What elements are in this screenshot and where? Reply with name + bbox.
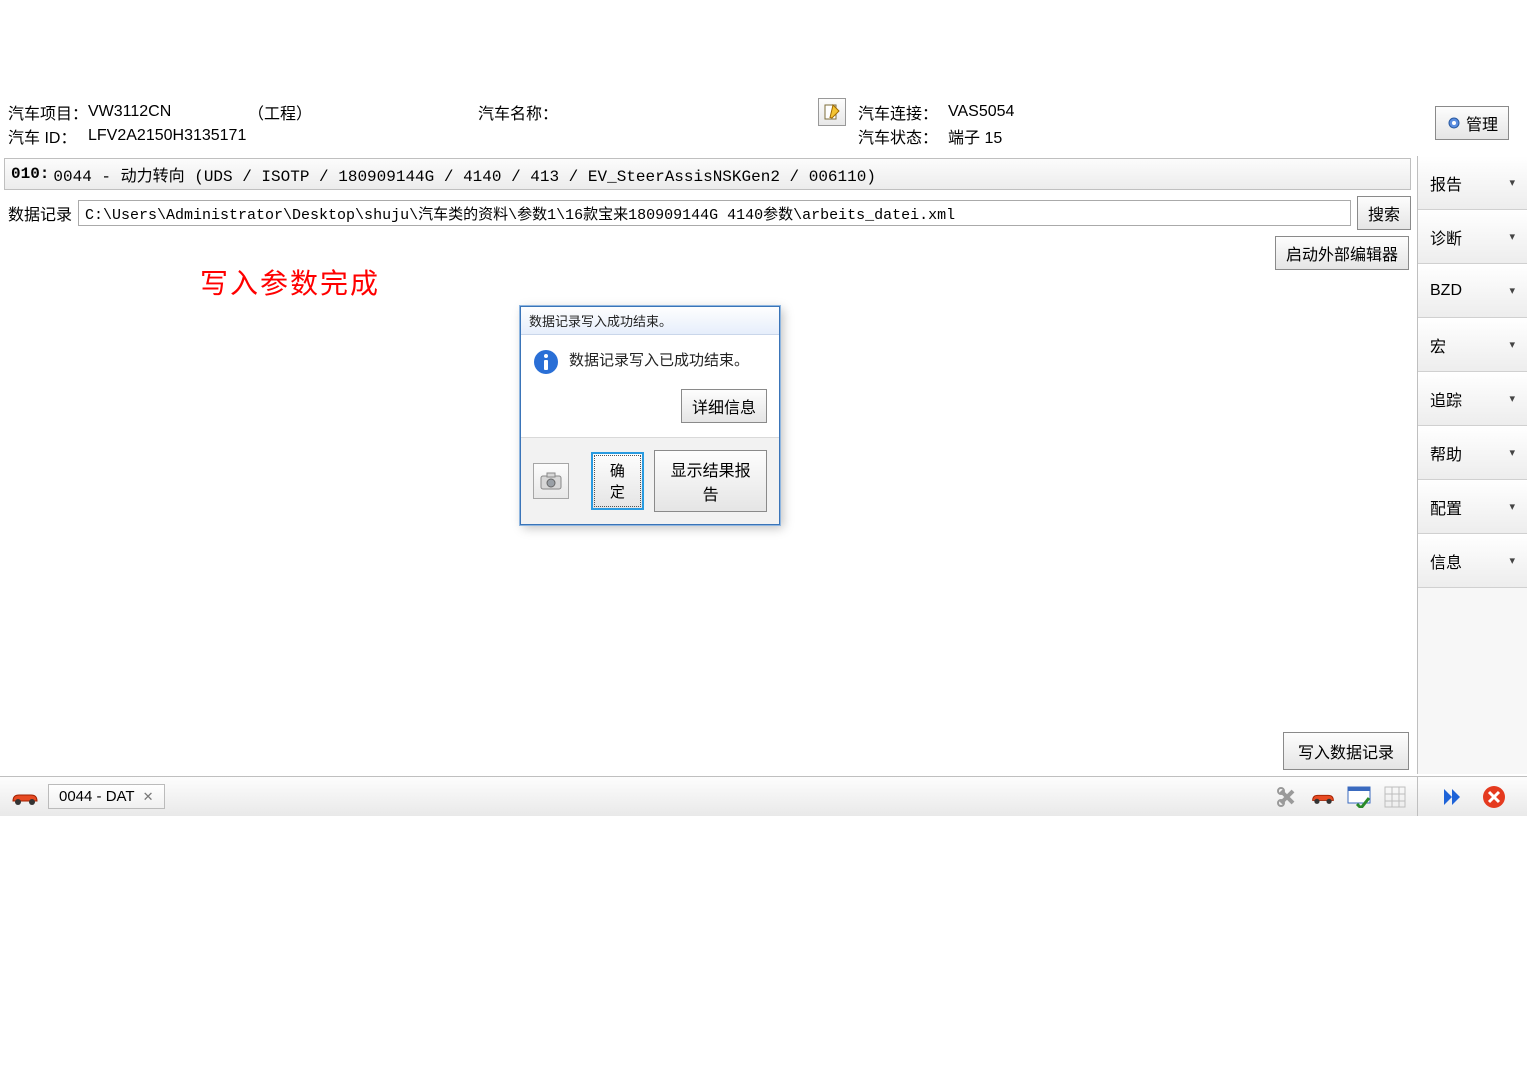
ecu-text: 0044 - 动力转向 (UDS / ISOTP / 180909144G / … bbox=[53, 162, 876, 186]
manage-button[interactable]: 管理 bbox=[1435, 106, 1509, 140]
close-icon[interactable]: ✕ bbox=[143, 789, 154, 805]
sidebar-item-help[interactable]: 帮助 ▾ bbox=[1418, 426, 1527, 480]
sidebar-item-bzd[interactable]: BZD ▾ bbox=[1418, 264, 1527, 318]
car-icon bbox=[10, 787, 40, 807]
connection-label: 汽车连接： bbox=[858, 100, 948, 124]
sidebar-item-label: BZD bbox=[1430, 282, 1462, 300]
edit-icon bbox=[823, 103, 841, 121]
search-button-label: 搜索 bbox=[1368, 201, 1400, 225]
project-value: VW3112CN bbox=[88, 103, 248, 121]
datarecord-label: 数据记录 bbox=[8, 201, 72, 225]
external-editor-button[interactable]: 启动外部编辑器 bbox=[1275, 236, 1409, 270]
ecu-line: 010: 0044 - 动力转向 (UDS / ISOTP / 18090914… bbox=[4, 158, 1411, 190]
scissors-icon[interactable] bbox=[1273, 783, 1301, 811]
details-button-label: 详细信息 bbox=[692, 394, 756, 418]
car-icon-small[interactable] bbox=[1309, 783, 1337, 811]
close-button[interactable] bbox=[1480, 783, 1508, 811]
info-icon bbox=[533, 349, 559, 375]
chevron-down-icon: ▾ bbox=[1509, 500, 1515, 513]
sidebar-item-trace[interactable]: 追踪 ▾ bbox=[1418, 372, 1527, 426]
edit-button[interactable] bbox=[818, 98, 846, 126]
chevron-down-icon: ▾ bbox=[1509, 338, 1515, 351]
search-button[interactable]: 搜索 bbox=[1357, 196, 1411, 230]
sidebar-item-label: 宏 bbox=[1430, 333, 1446, 357]
sidebar-item-label: 报告 bbox=[1430, 171, 1462, 195]
dialog-message: 数据记录写入已成功结束。 bbox=[569, 349, 749, 370]
sidebar-item-macro[interactable]: 宏▾ bbox=[1418, 318, 1527, 372]
chevron-down-icon: ▾ bbox=[1509, 554, 1515, 567]
status-message: 写入参数完成 bbox=[200, 262, 380, 302]
status-label: 汽车状态： bbox=[858, 124, 948, 148]
show-report-button[interactable]: 显示结果报告 bbox=[654, 450, 767, 512]
chevron-down-icon: ▾ bbox=[1509, 446, 1515, 459]
sidebar-item-diag[interactable]: 诊断 ▾ bbox=[1418, 210, 1527, 264]
project-label: 汽车项目： bbox=[8, 100, 88, 124]
tab-0044[interactable]: 0044 - DAT ✕ bbox=[48, 784, 165, 809]
ok-button-label: 确定 bbox=[610, 463, 625, 501]
datarecord-input[interactable] bbox=[78, 200, 1351, 226]
ecu-prefix: 010: bbox=[11, 165, 49, 183]
chevron-down-icon: ▾ bbox=[1509, 392, 1515, 405]
sidebar-item-report[interactable]: 报告 ▾ bbox=[1418, 156, 1527, 210]
sidebar: 报告▾ 诊断▾ BZD▾ 宏▾ 追踪▾ 帮助▾ 配置▾ 信息▾ bbox=[1417, 156, 1527, 774]
manage-button-label: 管理 bbox=[1466, 111, 1498, 135]
external-editor-label: 启动外部编辑器 bbox=[1286, 241, 1398, 265]
dialog-title: 数据记录写入成功结束。 bbox=[521, 307, 779, 335]
forward-button[interactable] bbox=[1438, 783, 1466, 811]
screenshot-button[interactable] bbox=[533, 463, 569, 499]
dialog: 数据记录写入成功结束。 数据记录写入已成功结束。 详细信息 确定 bbox=[520, 306, 780, 525]
sidebar-item-label: 诊断 bbox=[1430, 225, 1462, 249]
sidebar-item-label: 信息 bbox=[1430, 549, 1462, 573]
bottom-bar: 0044 - DAT ✕ bbox=[0, 776, 1527, 816]
carid-label: 汽车 ID： bbox=[8, 124, 88, 148]
chevron-down-icon: ▾ bbox=[1509, 284, 1515, 297]
sidebar-item-config[interactable]: 配置 ▾ bbox=[1418, 480, 1527, 534]
sidebar-item-label: 追踪 bbox=[1430, 387, 1462, 411]
ok-button[interactable]: 确定 bbox=[591, 452, 645, 510]
status-value: 端子 15 bbox=[948, 124, 1078, 148]
details-button[interactable]: 详细信息 bbox=[681, 389, 767, 423]
write-data-label: 写入数据记录 bbox=[1298, 739, 1394, 763]
connection-value: VAS5054 bbox=[948, 103, 1078, 121]
tab-label: 0044 - DAT bbox=[59, 788, 135, 805]
carname-label: 汽车名称： bbox=[478, 100, 698, 124]
mode-value: （工程） bbox=[248, 100, 358, 124]
chevron-down-icon: ▾ bbox=[1509, 230, 1515, 243]
sidebar-item-label: 配置 bbox=[1430, 495, 1462, 519]
show-report-label: 显示结果报告 bbox=[663, 457, 758, 505]
sidebar-item-label: 帮助 bbox=[1430, 441, 1462, 465]
gear-icon bbox=[1446, 115, 1462, 131]
grid-icon[interactable] bbox=[1381, 783, 1409, 811]
sidebar-item-info[interactable]: 信息 ▾ bbox=[1418, 534, 1527, 588]
write-data-button[interactable]: 写入数据记录 bbox=[1283, 732, 1409, 770]
check-window-icon[interactable] bbox=[1345, 783, 1373, 811]
camera-icon bbox=[540, 472, 562, 490]
chevron-down-icon: ▾ bbox=[1509, 176, 1515, 189]
header: 汽车项目： VW3112CN （工程） 汽车名称： 汽车连接： VAS5054 … bbox=[0, 96, 1527, 152]
carid-value: LFV2A2150H3135171 bbox=[88, 127, 818, 145]
